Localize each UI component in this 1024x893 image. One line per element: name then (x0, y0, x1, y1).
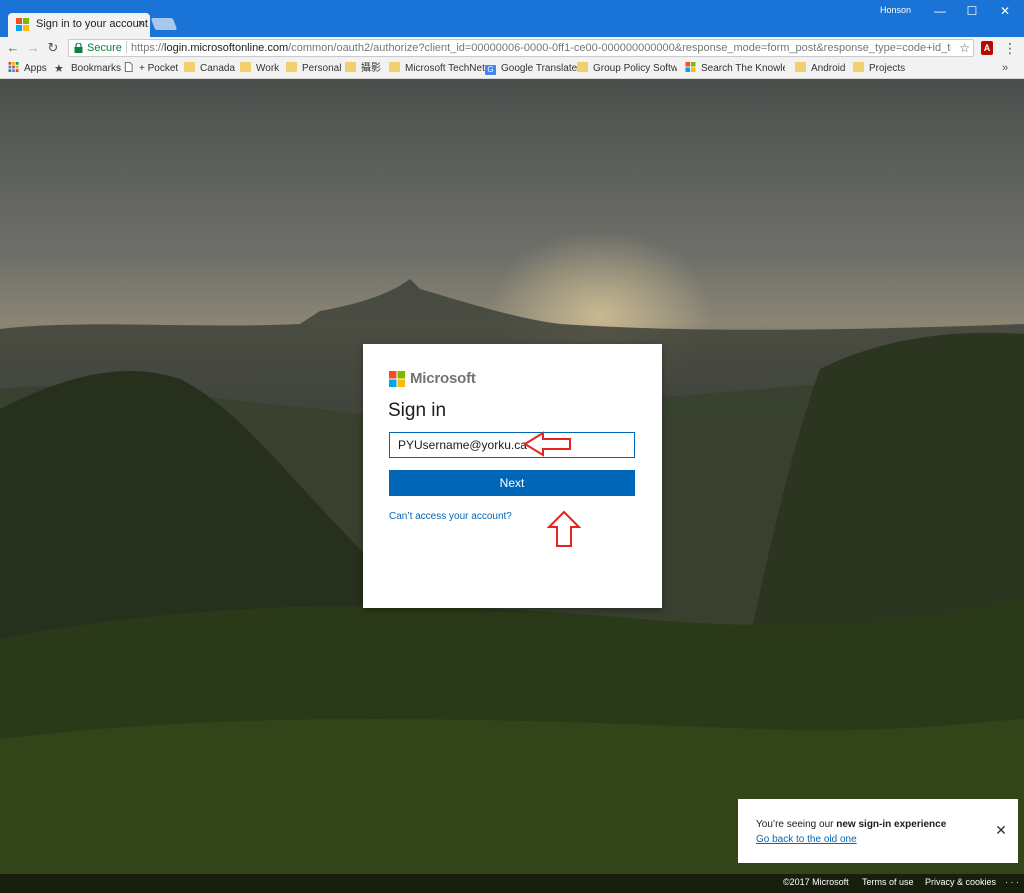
microsoft-brand-text: Microsoft (410, 370, 476, 387)
terms-of-use-link[interactable]: Terms of use (862, 877, 914, 887)
url-text: https://login.microsoftonline.com/common… (131, 40, 951, 56)
copyright-text: ©2017 Microsoft (783, 877, 849, 887)
bookmark-photography[interactable]: 攝影 (345, 59, 381, 78)
url-host: login.microsoftonline.com (164, 42, 289, 54)
bookmark-android[interactable]: Android (795, 59, 845, 78)
folder-icon (184, 62, 195, 72)
bookmark-work[interactable]: Work (240, 59, 279, 78)
microsoft-logo-icon (16, 18, 29, 31)
page-background: Microsoft Sign in Next Can’t access your… (0, 79, 1024, 893)
folder-icon (795, 62, 806, 72)
close-window-icon[interactable]: ✕ (988, 3, 1022, 19)
tab-title: Sign in to your account (36, 18, 148, 30)
browser-toolbar: ← → ↻ Secure https://login.microsoftonli… (0, 37, 1024, 59)
forward-icon[interactable]: → (24, 39, 42, 57)
url-path: /common/oauth2/authorize?client_id=00000… (288, 42, 951, 54)
bookmark-projects[interactable]: Projects (853, 59, 905, 78)
page-icon (124, 62, 133, 72)
folder-icon (577, 62, 588, 72)
notice-text: You’re seeing our new sign-in experience (756, 819, 947, 830)
new-experience-notice: You’re seeing our new sign-in experience… (738, 799, 1018, 863)
cant-access-account-link[interactable]: Can’t access your account? (389, 511, 512, 522)
secure-label: Secure (87, 42, 122, 54)
go-back-old-link[interactable]: Go back to the old one (756, 834, 857, 845)
address-bar[interactable]: Secure https://login.microsoftonline.com… (68, 39, 974, 57)
title-bar: Sign in to your account × Honson — ☐ ✕ (0, 0, 1024, 37)
next-button[interactable]: Next (389, 470, 635, 496)
microsoft-logo-icon (389, 371, 405, 387)
new-tab-button[interactable] (150, 18, 178, 30)
bookmark-apps[interactable]: Apps (8, 59, 47, 78)
profile-name[interactable]: Honson (880, 5, 911, 15)
folder-icon (286, 62, 297, 72)
more-options-icon[interactable]: · · · (1005, 877, 1019, 887)
url-divider (126, 41, 127, 53)
minimize-icon[interactable]: — (923, 3, 957, 19)
bookmark-group-policy[interactable]: Group Policy Softwar (577, 59, 677, 78)
folder-icon (240, 62, 251, 72)
red-arrow-up-annotation (547, 510, 581, 547)
lock-icon (74, 43, 83, 53)
page-footer: ©2017 Microsoft Terms of use Privacy & c… (0, 874, 1024, 893)
url-scheme: https:// (131, 42, 165, 54)
bookmark-search-knowledge[interactable]: Search The Knowledg (685, 59, 785, 78)
apps-grid-icon (8, 62, 19, 72)
red-arrow-left-annotation (523, 431, 571, 457)
bookmark-star-icon[interactable]: ☆ (959, 40, 970, 56)
bookmark-bookmarks[interactable]: ★ Bookmarks (54, 59, 121, 78)
signin-card: Microsoft Sign in Next Can’t access your… (363, 344, 662, 608)
bookmarks-overflow-icon[interactable]: » (1002, 59, 1008, 78)
reload-icon[interactable]: ↻ (44, 39, 62, 57)
maximize-icon[interactable]: ☐ (955, 3, 989, 19)
page-title: Sign in (388, 400, 447, 421)
folder-icon (853, 62, 864, 72)
email-field[interactable] (389, 432, 635, 458)
tab-close-icon[interactable]: × (138, 13, 144, 35)
windows-logo-icon (685, 62, 696, 72)
acrobat-extension-icon[interactable]: A (981, 41, 993, 55)
browser-menu-icon[interactable]: ⋮ (1003, 39, 1017, 57)
translate-icon: G (485, 65, 496, 75)
bookmark-canada[interactable]: Canada (184, 59, 235, 78)
bookmark-personal[interactable]: Personal (286, 59, 341, 78)
back-icon[interactable]: ← (4, 39, 22, 57)
folder-icon (389, 62, 400, 72)
browser-tab[interactable]: Sign in to your account × (8, 13, 150, 37)
bookmark-google-translate[interactable]: G Google Translate (485, 59, 577, 78)
bookmark-pocket[interactable]: + Pocket (123, 59, 178, 78)
privacy-cookies-link[interactable]: Privacy & cookies (925, 877, 996, 887)
close-icon[interactable]: ✕ (994, 823, 1008, 837)
bookmarks-bar: Apps ★ Bookmarks + Pocket Canada Work Per… (0, 59, 1024, 79)
bookmark-microsoft-technet[interactable]: Microsoft TechNet (389, 59, 485, 78)
browser-window: Sign in to your account × Honson — ☐ ✕ ←… (0, 0, 1024, 893)
star-icon: ★ (54, 63, 64, 75)
folder-icon (345, 62, 356, 72)
